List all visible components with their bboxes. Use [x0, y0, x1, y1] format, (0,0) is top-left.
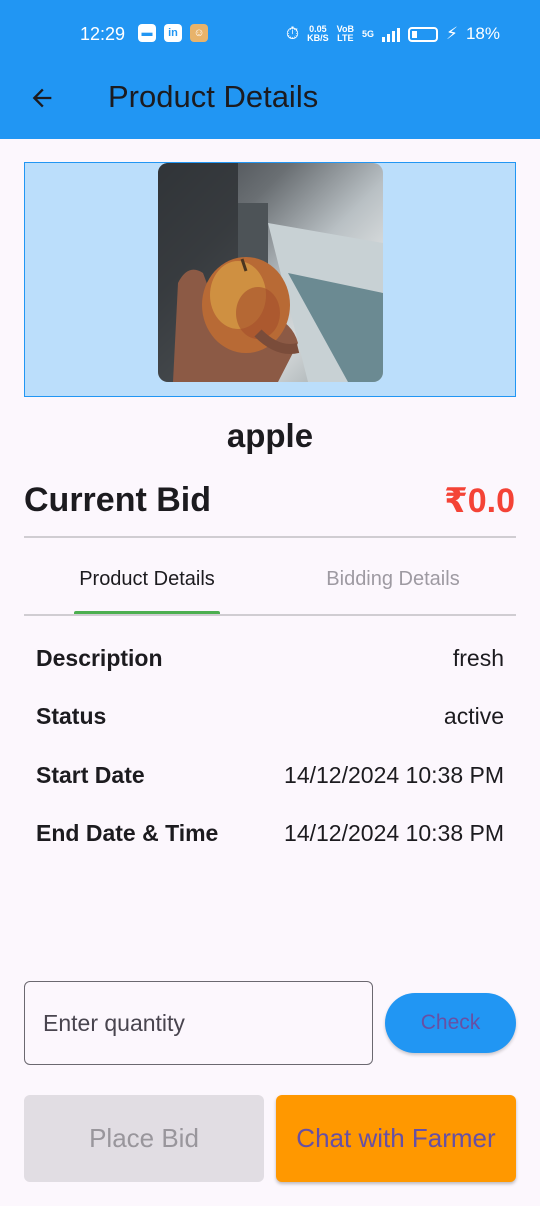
battery-icon: [408, 26, 439, 42]
detail-value: 14/12/2024 10:38 PM: [284, 820, 504, 846]
message-icon: ▬: [138, 24, 156, 42]
page-title: Product Details: [108, 79, 319, 114]
product-name: apple: [226, 417, 314, 454]
back-button[interactable]: [22, 78, 62, 118]
product-photo: [158, 163, 383, 382]
detail-label: Description: [36, 645, 163, 671]
product-image-panel: [24, 162, 516, 397]
charging-icon: ⚡: [446, 24, 458, 43]
linkedin-icon: in: [164, 24, 182, 42]
signal-5g-label: 5G: [362, 28, 375, 39]
detail-label: Status: [36, 703, 107, 729]
battery-percent: 18%: [465, 24, 500, 43]
detail-row-end-date: End Date & Time 14/12/2024 10:38 PM: [36, 820, 504, 850]
tab-bar: Product Details Bidding Details: [24, 555, 516, 615]
place-bid-button[interactable]: Place Bid: [24, 1095, 264, 1182]
status-right: ⏱ 0.05 KB/S VoB LTE 5G ⚡ 18%: [286, 24, 500, 44]
detail-row-description: Description fresh: [36, 645, 504, 675]
volte-label: VoB LTE: [337, 25, 354, 43]
net-speed: 0.05 KB/S: [307, 25, 329, 43]
volte-bottom: LTE: [337, 33, 354, 43]
quantity-input[interactable]: [24, 981, 373, 1065]
tabs-divider: [24, 614, 516, 616]
alarm-icon: ⏱: [285, 24, 300, 43]
tab-bidding-details[interactable]: Bidding Details: [270, 555, 516, 613]
status-bar: 12:29 ▬ in ☺ ⏱ 0.05 KB/S VoB LTE 5G ⚡ 18…: [0, 0, 540, 70]
detail-label: Start Date: [36, 762, 145, 788]
detail-row-start-date: Start Date 14/12/2024 10:38 PM: [36, 762, 504, 792]
chat-with-farmer-button[interactable]: Chat with Farmer: [276, 1095, 516, 1182]
detail-row-status: Status active: [36, 703, 504, 733]
app-bar: 12:29 ▬ in ☺ ⏱ 0.05 KB/S VoB LTE 5G ⚡ 18…: [0, 0, 540, 139]
app-notification-icon: ☺: [190, 24, 208, 42]
detail-value: fresh: [452, 645, 504, 671]
detail-value: 14/12/2024 10:38 PM: [284, 762, 504, 788]
notification-icons: ▬ in ☺: [138, 24, 208, 42]
arrow-left-icon: [32, 88, 52, 108]
current-bid-label: Current Bid: [24, 481, 211, 519]
check-button[interactable]: Check: [385, 993, 516, 1053]
tab-product-details[interactable]: Product Details: [24, 555, 270, 613]
net-speed-unit: KB/S: [307, 33, 329, 43]
apple-photo-illustration: [158, 163, 383, 382]
signal-bars-icon: [382, 26, 401, 42]
detail-value: active: [443, 703, 504, 729]
current-bid-value: ₹0.0: [444, 482, 515, 520]
divider: [24, 536, 516, 538]
status-time: 12:29: [80, 24, 126, 44]
detail-label: End Date & Time: [36, 820, 219, 846]
signal-5g: 5G: [362, 28, 375, 39]
